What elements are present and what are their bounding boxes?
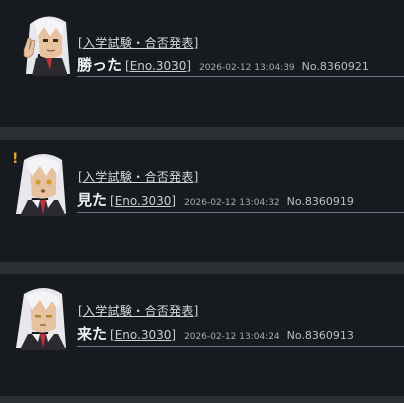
post-message: 見た [77,191,108,209]
divider [77,346,404,347]
divider [77,212,404,213]
eno-link[interactable]: [Eno.3030] [110,194,176,208]
post-number: No.8360919 [286,195,354,208]
post-line: 勝った [Eno.3030] 2026-02-12 13:04:39 No.83… [77,54,369,75]
eno-link[interactable]: [Eno.3030] [125,59,191,73]
post-message: 来た [77,325,108,343]
post-card: [入学試験・合否発表] 来た [Eno.3030] 2026-02-12 13:… [0,274,404,396]
post-timestamp: 2026-02-12 13:04:24 [184,332,280,342]
post-line: 見た [Eno.3030] 2026-02-12 13:04:32 No.836… [77,189,354,210]
divider [77,76,404,77]
character-neutral-icon[interactable] [10,286,74,350]
post-card: [入学試験・合否発表] 勝った [Eno.3030] 2026-02-12 13… [0,0,404,127]
post-card: ! [入学試験・合否発表] 見た [Eno.3030] 2026-02-12 1… [0,140,404,262]
post-line: 来た [Eno.3030] 2026-02-12 13:04:24 No.836… [77,323,354,344]
post-title[interactable]: [入学試験・合否発表] [78,302,199,319]
post-timestamp: 2026-02-12 13:04:32 [184,198,280,208]
eno-link[interactable]: [Eno.3030] [110,328,176,342]
post-number: No.8360921 [301,60,369,73]
post-title[interactable]: [入学試験・合否発表] [78,34,199,51]
character-peace-sign-icon[interactable] [22,14,72,76]
post-number: No.8360913 [286,329,354,342]
post-title[interactable]: [入学試験・合否発表] [78,168,199,185]
message-feed: [入学試験・合否発表] 勝った [Eno.3030] 2026-02-12 13… [0,0,404,403]
character-surprised-icon[interactable] [10,152,74,216]
post-timestamp: 2026-02-12 13:04:39 [199,63,295,73]
post-message: 勝った [77,56,123,74]
